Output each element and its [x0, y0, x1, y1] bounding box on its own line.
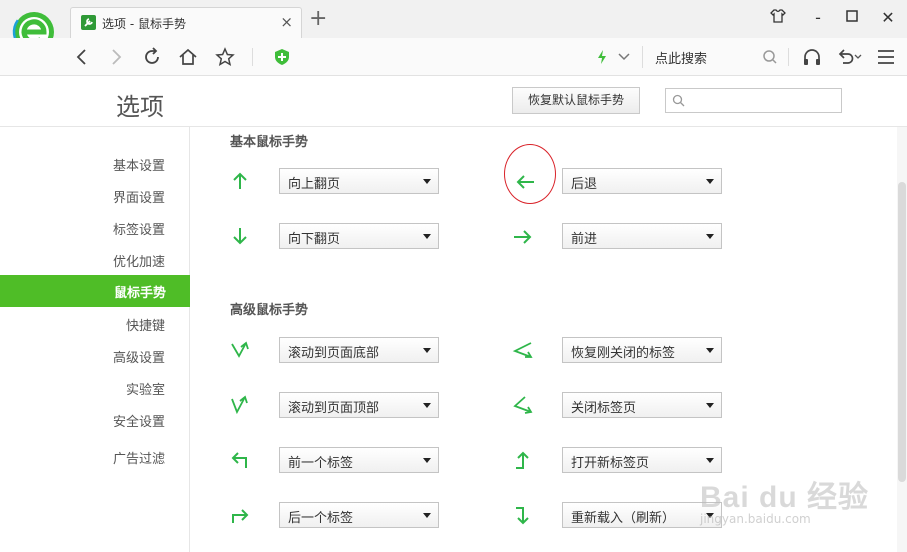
sidebar-item-speedup[interactable]: 优化加速 — [113, 251, 165, 270]
search-icon[interactable] — [756, 43, 784, 71]
right-down-turn-icon — [511, 503, 535, 527]
close-window-button[interactable]: ✕ — [876, 8, 900, 30]
arrow-right-icon — [511, 225, 535, 249]
gesture-left-right-select[interactable]: 恢复刚关闭的标签 — [562, 337, 722, 363]
down-up-zigzag-icon — [228, 338, 252, 362]
up-left-turn-icon — [228, 448, 252, 472]
caret-down-icon — [706, 179, 714, 184]
favorite-star-icon[interactable] — [211, 43, 239, 71]
sidebar-item-lab[interactable]: 实验室 — [126, 379, 165, 398]
sidebar-item-interface[interactable]: 界面设置 — [113, 187, 165, 206]
chevron-down-icon[interactable] — [610, 43, 638, 71]
content-scrollbar[interactable] — [897, 127, 907, 552]
gesture-up-select[interactable]: 向上翻页 — [279, 168, 439, 194]
gesture-left-select[interactable]: 后退 — [562, 168, 722, 194]
arrow-down-icon — [228, 224, 252, 248]
right-left-zigzag-icon — [511, 393, 535, 417]
gesture-up-down-select[interactable]: 滚动到页面顶部 — [279, 392, 439, 418]
highlight-circle — [504, 144, 556, 204]
gesture-action: 向上翻页 — [288, 177, 341, 192]
arrow-up-icon — [228, 169, 252, 193]
tab-title: 选项 - 鼠标手势 — [102, 17, 186, 31]
minimize-button[interactable]: - — [806, 8, 830, 30]
menu-icon[interactable] — [872, 43, 900, 71]
new-tab-button[interactable]: + — [309, 8, 327, 30]
baidu-watermark: Bai du 经验 jingyan.baidu.com — [700, 470, 880, 540]
caret-down-icon — [706, 458, 714, 463]
sidebar-item-adblock[interactable]: 广告过滤 — [113, 448, 165, 467]
gesture-down-select[interactable]: 向下翻页 — [279, 223, 439, 249]
gesture-right-select[interactable]: 前进 — [562, 223, 722, 249]
gesture-action: 重新载入（刷新） — [571, 511, 676, 526]
title-bar: 选项 - 鼠标手势 × + - ✕ — [0, 0, 907, 38]
toolbar-divider — [788, 48, 789, 66]
caret-down-icon — [706, 403, 714, 408]
sidebar-item-mouse-gestures[interactable]: 鼠标手势 — [0, 275, 190, 307]
sidebar-item-shortcuts[interactable]: 快捷键 — [126, 315, 165, 334]
gesture-action: 恢复刚关闭的标签 — [571, 346, 676, 361]
search-icon — [672, 94, 685, 111]
options-search-box[interactable] — [665, 88, 842, 113]
address-search-box[interactable]: 点此搜索 — [655, 48, 707, 67]
caret-down-icon — [423, 234, 431, 239]
advanced-gestures-heading: 高级鼠标手势 — [230, 303, 309, 318]
gesture-action: 滚动到页面底部 — [288, 346, 380, 361]
sidebar-item-advanced[interactable]: 高级设置 — [113, 347, 165, 366]
gesture-action: 关闭标签页 — [571, 401, 637, 416]
sidebar-item-security[interactable]: 安全设置 — [113, 411, 165, 430]
headphones-icon[interactable] — [798, 43, 826, 71]
down-right-turn-icon — [228, 503, 252, 527]
gesture-down-up-select[interactable]: 滚动到页面底部 — [279, 337, 439, 363]
nav-toolbar: 点此搜索 — [0, 38, 907, 76]
maximize-button[interactable] — [840, 8, 864, 30]
gesture-action: 后退 — [571, 177, 598, 192]
back-icon[interactable] — [68, 43, 96, 71]
toolbar-divider — [252, 48, 253, 66]
gesture-action: 前一个标签 — [288, 456, 354, 471]
sidebar-item-label: 鼠标手势 — [113, 286, 166, 301]
right-up-turn-icon — [511, 448, 535, 472]
gesture-action: 滚动到页面顶部 — [288, 401, 380, 416]
options-search-input[interactable] — [690, 91, 838, 110]
caret-down-icon — [706, 348, 714, 353]
security-shield-icon[interactable] — [268, 43, 296, 71]
options-sidebar: 基本设置 界面设置 标签设置 优化加速 鼠标手势 快捷键 高级设置 实验室 安全… — [0, 127, 190, 552]
watermark-url: jingyan.baidu.com — [700, 512, 811, 526]
watermark-brand: Bai du 经验 — [700, 481, 870, 514]
forward-icon[interactable] — [102, 43, 130, 71]
gesture-right-left-select[interactable]: 关闭标签页 — [562, 392, 722, 418]
gesture-up-left-select[interactable]: 前一个标签 — [279, 447, 439, 473]
options-header: 选项 恢复默认鼠标手势 — [0, 76, 907, 127]
caret-down-icon — [423, 458, 431, 463]
sidebar-item-basic[interactable]: 基本设置 — [113, 155, 165, 174]
caret-down-icon — [423, 348, 431, 353]
page-title: 选项 — [116, 93, 164, 121]
sidebar-item-tabs[interactable]: 标签设置 — [113, 219, 165, 238]
home-icon[interactable] — [174, 43, 202, 71]
gesture-down-right-select[interactable]: 后一个标签 — [279, 502, 439, 528]
skin-icon[interactable] — [766, 8, 790, 30]
basic-gestures-heading: 基本鼠标手势 — [230, 135, 309, 150]
left-right-zigzag-icon — [511, 338, 535, 362]
gesture-right-down-select[interactable]: 重新载入（刷新） — [562, 502, 722, 528]
caret-down-icon — [706, 234, 714, 239]
gesture-action: 后一个标签 — [288, 511, 354, 526]
caret-down-icon — [423, 179, 431, 184]
caret-down-icon — [423, 403, 431, 408]
gesture-right-up-select[interactable]: 打开新标签页 — [562, 447, 722, 473]
gesture-action: 向下翻页 — [288, 232, 341, 247]
browser-tab[interactable]: 选项 - 鼠标手势 × — [70, 7, 302, 38]
gesture-action: 打开新标签页 — [571, 456, 650, 471]
scroll-thumb[interactable] — [898, 182, 906, 482]
wrench-icon — [81, 15, 96, 30]
tab-close-icon[interactable]: × — [280, 13, 293, 31]
undo-dropdown-icon[interactable] — [852, 43, 864, 71]
refresh-icon[interactable] — [138, 43, 166, 71]
gesture-action: 前进 — [571, 232, 598, 247]
reset-gestures-button[interactable]: 恢复默认鼠标手势 — [512, 87, 640, 114]
up-down-zigzag-icon — [228, 393, 252, 417]
caret-down-icon — [423, 513, 431, 518]
search-divider — [642, 46, 643, 68]
